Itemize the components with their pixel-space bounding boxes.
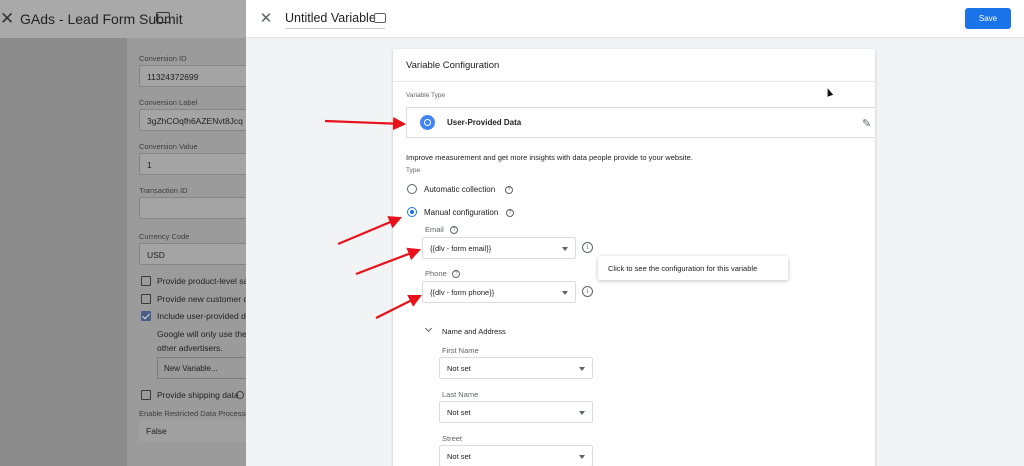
new-customer-checkbox[interactable] xyxy=(141,294,151,304)
product-level-sale-label: Provide product-level sale xyxy=(157,276,246,286)
email-label: Email xyxy=(425,225,444,234)
chevron-down-icon xyxy=(579,411,585,415)
new-customer-label: Provide new customer dat xyxy=(157,294,246,304)
card-title: Variable Configuration xyxy=(406,60,500,71)
help-icon[interactable]: ? xyxy=(505,186,513,194)
variable-type-name: User-Provided Data xyxy=(447,118,522,127)
folder-icon[interactable] xyxy=(374,13,386,23)
help-icon[interactable]: ? xyxy=(450,226,458,234)
pencil-icon[interactable]: ✎ xyxy=(862,117,871,130)
manual-configuration-label: Manual configuration xyxy=(424,208,499,217)
restricted-data-value[interactable]: False xyxy=(139,420,246,442)
last-name-select[interactable]: Not set xyxy=(439,401,593,423)
first-name-value: Not set xyxy=(447,364,471,373)
conversion-value-label: Conversion Value xyxy=(139,142,198,151)
save-button[interactable]: Save xyxy=(965,8,1011,29)
product-level-sale-checkbox[interactable] xyxy=(141,276,151,286)
shipping-data-checkbox[interactable] xyxy=(141,390,151,400)
conversion-id-input[interactable]: 11324372699 xyxy=(139,65,246,87)
chevron-down-icon xyxy=(579,455,585,459)
automatic-collection-label: Automatic collection xyxy=(424,185,496,194)
chevron-down-icon xyxy=(579,367,585,371)
first-name-label: First Name xyxy=(442,346,479,355)
name-and-address-title[interactable]: Name and Address xyxy=(442,327,506,336)
currency-code-label: Currency Code xyxy=(139,232,190,241)
phone-variable-select[interactable]: {{dlv - form phone}} xyxy=(422,281,576,303)
help-icon[interactable]: ? xyxy=(506,209,514,217)
folder-icon[interactable] xyxy=(156,12,170,23)
street-select[interactable]: Not set xyxy=(439,445,593,466)
street-value: Not set xyxy=(447,452,471,461)
close-icon[interactable]: ✕ xyxy=(0,9,14,29)
help-icon[interactable] xyxy=(236,391,244,399)
type-label: Type xyxy=(406,167,421,174)
divider xyxy=(393,81,875,82)
close-icon[interactable]: ✕ xyxy=(258,9,274,27)
restricted-data-label: Enable Restricted Data Processing xyxy=(139,409,246,418)
tag-config-panel: Conversion ID 11324372699 Conversion Lab… xyxy=(127,38,246,466)
sheet-header: ✕ Untitled Variable Save xyxy=(246,0,1024,38)
last-name-value: Not set xyxy=(447,408,471,417)
info-icon[interactable]: i xyxy=(582,286,593,297)
transaction-id-input[interactable] xyxy=(139,197,246,219)
automatic-collection-radio[interactable] xyxy=(407,184,417,194)
conversion-label-label: Conversion Label xyxy=(139,98,198,107)
user-provided-data-checkbox[interactable] xyxy=(141,311,151,321)
phone-variable-value: {{dlv - form phone}} xyxy=(430,288,495,297)
conversion-label-input[interactable]: 3gZhCOqfh6AZENvt8Jcq xyxy=(139,109,246,131)
chevron-down-icon[interactable] xyxy=(424,324,433,333)
transaction-id-label: Transaction ID xyxy=(139,186,188,195)
first-name-select[interactable]: Not set xyxy=(439,357,593,379)
conversion-id-label: Conversion ID xyxy=(139,54,187,63)
chevron-down-icon xyxy=(562,291,568,295)
variable-select[interactable]: New Variable... xyxy=(157,357,246,379)
description-text: Improve measurement and get more insight… xyxy=(406,153,693,162)
user-data-note: Google will only use the d xyxy=(157,329,246,339)
user-data-note-continued: other advertisers. xyxy=(157,343,223,353)
currency-code-input[interactable]: USD xyxy=(139,243,246,265)
info-icon[interactable]: i xyxy=(582,242,593,253)
gear-icon xyxy=(420,115,435,130)
variable-name-input[interactable]: Untitled Variable xyxy=(285,11,385,29)
phone-label: Phone xyxy=(425,269,447,278)
last-name-label: Last Name xyxy=(442,390,479,399)
email-variable-value: {{dlv - form email}} xyxy=(430,244,492,253)
variable-sheet: ✕ Untitled Variable Save Variable Config… xyxy=(246,0,1024,466)
tooltip: Click to see the configuration for this … xyxy=(598,256,788,280)
street-label: Street xyxy=(442,434,463,443)
email-variable-select[interactable]: {{dlv - form email}} xyxy=(422,237,576,259)
conversion-value-input[interactable]: 1 xyxy=(139,153,246,175)
shipping-data-label: Provide shipping data xyxy=(157,390,239,400)
chevron-down-icon xyxy=(562,247,568,251)
manual-configuration-radio[interactable] xyxy=(407,207,417,217)
variable-type-selector[interactable]: User-Provided Data ✎ xyxy=(406,107,875,138)
help-icon[interactable]: ? xyxy=(452,270,460,278)
tag-header: ✕ GAds - Lead Form Submit xyxy=(0,0,246,38)
variable-type-label: Variable Type xyxy=(406,92,446,99)
user-provided-data-label: Include user-provided data xyxy=(157,311,246,321)
